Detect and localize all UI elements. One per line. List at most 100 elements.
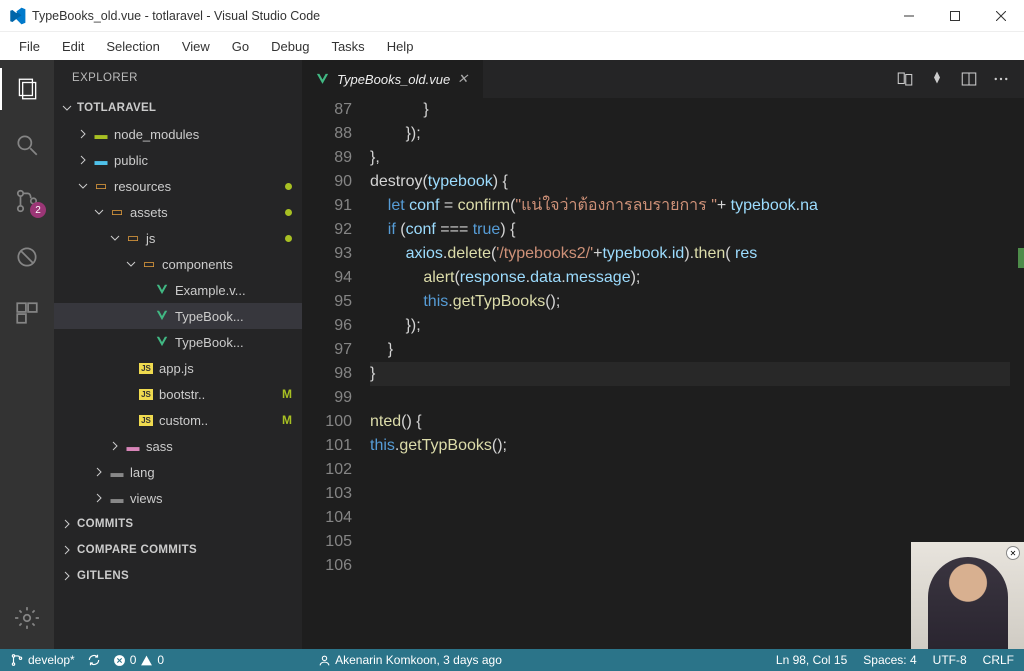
line-number: 98 bbox=[302, 362, 352, 386]
modified-badge: M bbox=[282, 387, 292, 401]
code-line[interactable] bbox=[370, 386, 1024, 410]
line-number: 103 bbox=[302, 482, 352, 506]
menu-tasks[interactable]: Tasks bbox=[322, 36, 373, 57]
menu-go[interactable]: Go bbox=[223, 36, 258, 57]
project-section[interactable]: TOTLARAVEL bbox=[54, 95, 302, 121]
code-line[interactable]: if (conf === true) { bbox=[370, 218, 1024, 242]
editor-tab-active[interactable]: TypeBooks_old.vue ✕ bbox=[302, 60, 483, 98]
tab-label: TypeBooks_old.vue bbox=[337, 72, 450, 87]
menu-debug[interactable]: Debug bbox=[262, 36, 318, 57]
source-control-activity[interactable]: 2 bbox=[0, 180, 54, 222]
problems-status[interactable]: 0 0 bbox=[113, 653, 164, 667]
code-line[interactable]: alert(response.data.message); bbox=[370, 266, 1024, 290]
line-number: 101 bbox=[302, 434, 352, 458]
cursor-position-status[interactable]: Ln 98, Col 15 bbox=[776, 653, 847, 667]
open-changes-icon[interactable] bbox=[928, 70, 946, 88]
menu-file[interactable]: File bbox=[10, 36, 49, 57]
folder-assets[interactable]: ▭ assets bbox=[54, 199, 302, 225]
code-line[interactable]: }); bbox=[370, 122, 1024, 146]
file-example-vue[interactable]: Example.v... bbox=[54, 277, 302, 303]
editor-actions bbox=[896, 60, 1024, 98]
folder-label: views bbox=[130, 491, 163, 506]
indentation-status[interactable]: Spaces: 4 bbox=[863, 653, 916, 667]
file-bootstrap[interactable]: JS bootstr.. M bbox=[54, 381, 302, 407]
folder-node-modules[interactable]: ▬ node_modules bbox=[54, 121, 302, 147]
file-typebook-2[interactable]: TypeBook... bbox=[54, 329, 302, 355]
code-line[interactable] bbox=[370, 506, 1024, 530]
code-line[interactable] bbox=[370, 482, 1024, 506]
minimize-button[interactable] bbox=[886, 0, 932, 32]
sync-status[interactable] bbox=[87, 653, 101, 667]
file-appjs[interactable]: JS app.js bbox=[54, 355, 302, 381]
git-branch-status[interactable]: develop* bbox=[10, 653, 75, 667]
scm-badge: 2 bbox=[30, 202, 46, 218]
search-activity[interactable] bbox=[0, 124, 54, 166]
maximize-button[interactable] bbox=[932, 0, 978, 32]
tab-close-icon[interactable]: ✕ bbox=[457, 71, 471, 87]
folder-icon: ▬ bbox=[125, 438, 141, 454]
menu-view[interactable]: View bbox=[173, 36, 219, 57]
file-label: TypeBook... bbox=[175, 335, 244, 350]
code-line[interactable]: }); bbox=[370, 314, 1024, 338]
code-line[interactable]: let conf = confirm("แน่ใจว่าต้องการลบราย… bbox=[370, 194, 1024, 218]
folder-open-icon: ▭ bbox=[109, 204, 125, 220]
folder-open-icon: ▭ bbox=[93, 178, 109, 194]
code-line[interactable]: axios.delete('/typebooks2/'+typebook.id)… bbox=[370, 242, 1024, 266]
git-blame-status[interactable]: Akenarin Komkoon, 3 days ago bbox=[318, 653, 502, 667]
code-line[interactable] bbox=[370, 458, 1024, 482]
encoding-status[interactable]: UTF-8 bbox=[933, 653, 967, 667]
more-actions-icon[interactable] bbox=[992, 70, 1010, 88]
folder-label: public bbox=[114, 153, 148, 168]
menu-edit[interactable]: Edit bbox=[53, 36, 93, 57]
compare-changes-icon[interactable] bbox=[896, 70, 914, 88]
js-icon: JS bbox=[138, 386, 154, 402]
code-line[interactable]: }, bbox=[370, 146, 1024, 170]
folder-label: lang bbox=[130, 465, 155, 480]
folder-resources[interactable]: ▭ resources bbox=[54, 173, 302, 199]
file-label: bootstr.. bbox=[159, 387, 205, 402]
compare-commits-section[interactable]: COMPARE COMMITS bbox=[54, 537, 302, 563]
close-button[interactable] bbox=[978, 0, 1024, 32]
menu-help[interactable]: Help bbox=[378, 36, 423, 57]
error-count: 0 bbox=[130, 653, 137, 667]
folder-components[interactable]: ▭ components bbox=[54, 251, 302, 277]
commits-section[interactable]: COMMITS bbox=[54, 511, 302, 537]
file-label: app.js bbox=[159, 361, 194, 376]
folder-sass[interactable]: ▬ sass bbox=[54, 433, 302, 459]
vscode-icon bbox=[8, 7, 26, 25]
status-bar: develop* 0 0 Akenarin Komkoon, 3 days ag… bbox=[0, 649, 1024, 671]
folder-label: components bbox=[162, 257, 233, 272]
code-line[interactable]: } bbox=[370, 98, 1024, 122]
ribbon-icon: ✕ bbox=[1006, 546, 1020, 560]
extensions-activity[interactable] bbox=[0, 292, 54, 334]
debug-activity[interactable] bbox=[0, 236, 54, 278]
explorer-activity[interactable] bbox=[0, 68, 54, 110]
file-typebook-active[interactable]: TypeBook... bbox=[54, 303, 302, 329]
code-line[interactable]: } bbox=[370, 362, 1024, 386]
folder-views[interactable]: ▬ views bbox=[54, 485, 302, 511]
file-custom[interactable]: JS custom.. M bbox=[54, 407, 302, 433]
eol-status[interactable]: CRLF bbox=[983, 653, 1014, 667]
file-label: Example.v... bbox=[175, 283, 246, 298]
split-editor-icon[interactable] bbox=[960, 70, 978, 88]
folder-lang[interactable]: ▬ lang bbox=[54, 459, 302, 485]
js-icon: JS bbox=[138, 360, 154, 376]
code-line[interactable]: destroy(typebook) { bbox=[370, 170, 1024, 194]
explorer-title: EXPLORER bbox=[54, 60, 302, 95]
code-line[interactable]: } bbox=[370, 338, 1024, 362]
folder-label: node_modules bbox=[114, 127, 199, 142]
js-icon: JS bbox=[138, 412, 154, 428]
gitlens-section[interactable]: GITLENS bbox=[54, 563, 302, 589]
line-number: 96 bbox=[302, 314, 352, 338]
window-controls bbox=[886, 0, 1024, 32]
folder-js[interactable]: ▭ js bbox=[54, 225, 302, 251]
code-line[interactable]: nted() { bbox=[370, 410, 1024, 434]
settings-activity[interactable] bbox=[0, 597, 54, 639]
code-line[interactable]: this.getTypBooks(); bbox=[370, 434, 1024, 458]
modified-dot bbox=[285, 209, 292, 216]
folder-public[interactable]: ▬ public bbox=[54, 147, 302, 173]
menu-selection[interactable]: Selection bbox=[97, 36, 168, 57]
line-number: 100 bbox=[302, 410, 352, 434]
code-line[interactable]: this.getTypBooks(); bbox=[370, 290, 1024, 314]
line-number: 93 bbox=[302, 242, 352, 266]
